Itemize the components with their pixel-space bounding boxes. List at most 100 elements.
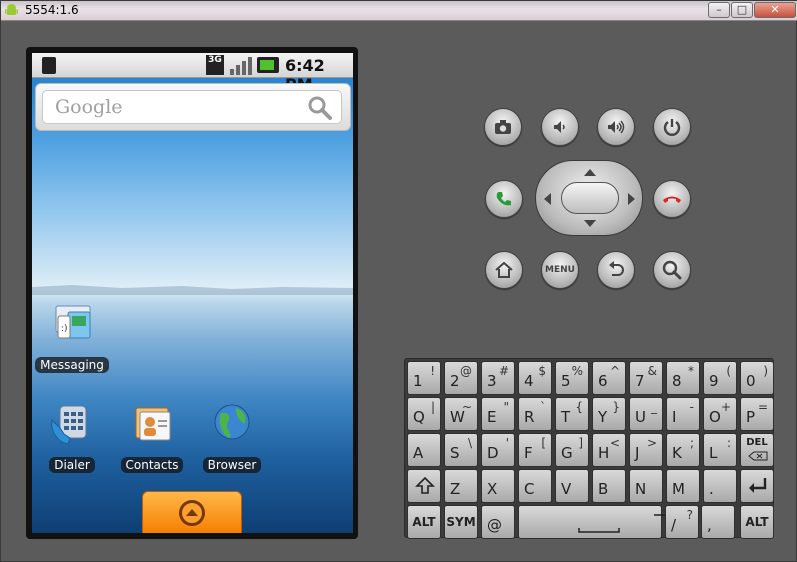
- volume-high-icon: [608, 120, 625, 134]
- google-search-widget[interactable]: Google: [35, 83, 351, 131]
- key-t-primary: T: [561, 408, 571, 426]
- key-i[interactable]: I-: [666, 397, 700, 431]
- key-a[interactable]: A: [407, 433, 441, 467]
- menu-button[interactable]: MENU: [541, 251, 579, 289]
- sym-key[interactable]: SYM: [444, 505, 478, 539]
- maximize-button[interactable]: □: [731, 2, 753, 18]
- key-7[interactable]: 7 &: [629, 361, 663, 395]
- key-n-primary: N: [635, 480, 647, 498]
- volume-down-button[interactable]: [541, 108, 579, 146]
- shift-key[interactable]: [407, 469, 441, 503]
- search-button[interactable]: [653, 251, 691, 289]
- key-q[interactable]: Q |: [407, 397, 441, 431]
- key-s[interactable]: S \: [444, 433, 478, 467]
- status-bar[interactable]: 3G 6:42 PM: [32, 53, 353, 94]
- app-messaging[interactable]: :) Messaging: [32, 298, 112, 373]
- dpad-up-icon[interactable]: [583, 167, 597, 177]
- key-l[interactable]: L:: [703, 433, 737, 467]
- key-4[interactable]: 4 $: [518, 361, 552, 395]
- sym-key-label: SYM: [446, 515, 476, 529]
- app-contacts[interactable]: Contacts: [112, 398, 192, 473]
- key-0-primary: 0: [746, 372, 756, 390]
- key-n[interactable]: N: [629, 469, 663, 503]
- key-w[interactable]: W ~: [444, 397, 478, 431]
- delete-key[interactable]: DEL: [740, 433, 774, 467]
- close-button[interactable]: ✕: [754, 2, 796, 18]
- key-u[interactable]: U _: [629, 397, 663, 431]
- key-b[interactable]: B: [592, 469, 626, 503]
- battery-icon: [257, 57, 279, 73]
- key-5-secondary: %: [571, 364, 583, 378]
- search-icon[interactable]: [307, 95, 333, 121]
- key-e[interactable]: E ": [481, 397, 515, 431]
- key-0[interactable]: 0): [740, 361, 774, 395]
- key-c[interactable]: C: [518, 469, 552, 503]
- key-1[interactable]: 1!: [407, 361, 441, 395]
- key-6[interactable]: 6 ^: [592, 361, 626, 395]
- phone-hangup-icon: [663, 196, 681, 203]
- power-button[interactable]: [653, 108, 691, 146]
- key-p[interactable]: P =: [740, 397, 774, 431]
- space-key[interactable]: [518, 505, 672, 539]
- android-app-icon: [5, 4, 18, 15]
- key-j[interactable]: J >: [629, 433, 663, 467]
- key-d-primary: D: [487, 444, 499, 462]
- app-label-browser: Browser: [202, 457, 262, 473]
- enter-key[interactable]: [740, 469, 774, 503]
- call-button[interactable]: [485, 180, 523, 218]
- home-button[interactable]: [485, 251, 523, 289]
- key-x[interactable]: X: [481, 469, 515, 503]
- dialer-icon: [51, 405, 87, 445]
- key-period[interactable]: .: [703, 469, 737, 503]
- key-comma[interactable]: ,: [701, 505, 735, 539]
- key-h[interactable]: H <: [592, 433, 626, 467]
- key-f[interactable]: F[: [518, 433, 552, 467]
- key-9[interactable]: 9(: [703, 361, 737, 395]
- alt-key-left-label: ALT: [412, 515, 436, 529]
- key-u-secondary: _: [651, 400, 657, 414]
- key-slash[interactable]: /?: [665, 505, 699, 539]
- minimize-button[interactable]: –: [708, 2, 730, 18]
- key-j-secondary: >: [646, 436, 657, 450]
- key-8-secondary: *: [688, 364, 694, 378]
- signal-strength-icon: [230, 57, 252, 75]
- key-t[interactable]: T{: [555, 397, 589, 431]
- key-g[interactable]: G]: [555, 433, 589, 467]
- app-drawer-tray[interactable]: [142, 491, 242, 533]
- phone-screen[interactable]: 3G 6:42 PM Google: [32, 53, 353, 533]
- key-k[interactable]: K;: [666, 433, 700, 467]
- app-dialer[interactable]: Dialer: [32, 398, 112, 473]
- dpad[interactable]: [535, 160, 643, 236]
- key-5[interactable]: 5%: [555, 361, 589, 395]
- key-2-secondary: @: [460, 364, 472, 378]
- key-y[interactable]: Y}: [592, 397, 626, 431]
- camera-button[interactable]: [484, 108, 522, 146]
- dpad-right-icon[interactable]: [627, 192, 637, 206]
- dpad-center-button[interactable]: [561, 182, 619, 214]
- volume-up-button[interactable]: [597, 108, 635, 146]
- alt-key-right[interactable]: ALT: [740, 505, 774, 539]
- key-x-primary: X: [487, 480, 498, 498]
- app-browser[interactable]: Browser: [192, 398, 272, 473]
- key-z[interactable]: Z: [444, 469, 478, 503]
- dpad-down-icon[interactable]: [583, 219, 597, 229]
- key-8[interactable]: 8 *: [666, 361, 700, 395]
- key-v[interactable]: V: [555, 469, 589, 503]
- search-input[interactable]: Google: [42, 90, 342, 124]
- key-at[interactable]: @: [481, 505, 515, 539]
- alt-key-left[interactable]: ALT: [407, 505, 441, 539]
- key-r[interactable]: R `: [518, 397, 552, 431]
- key-d[interactable]: D ': [481, 433, 515, 467]
- key-m[interactable]: M: [666, 469, 700, 503]
- key-slash-primary: /: [671, 516, 677, 534]
- key-u-primary: U: [635, 408, 646, 426]
- key-o[interactable]: O +: [703, 397, 737, 431]
- end-call-button[interactable]: [653, 180, 691, 218]
- shift-arrow-icon: [415, 476, 435, 494]
- key-2[interactable]: 2 @: [444, 361, 478, 395]
- dpad-left-icon[interactable]: [542, 192, 552, 206]
- key-3[interactable]: 3 #: [481, 361, 515, 395]
- enter-arrow-icon: [749, 478, 767, 493]
- back-button[interactable]: [597, 251, 635, 289]
- menu-label: MENU: [545, 265, 575, 275]
